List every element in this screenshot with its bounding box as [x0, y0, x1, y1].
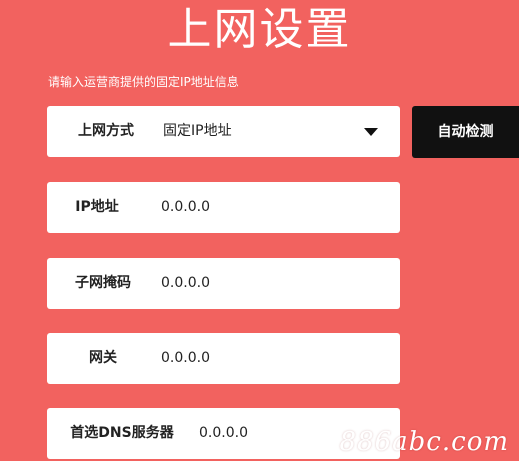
connection-type-value: 固定IP地址	[163, 123, 232, 139]
subnet-mask-field[interactable]: 子网掩码 0.0.0.0	[47, 258, 400, 309]
subnet-mask-input[interactable]: 0.0.0.0	[161, 258, 210, 309]
connection-type-label: 上网方式	[78, 123, 134, 139]
auto-detect-button[interactable]: 自动检测	[412, 106, 519, 158]
ip-address-field[interactable]: IP地址 0.0.0.0	[47, 182, 400, 233]
primary-dns-input[interactable]: 0.0.0.0	[199, 408, 248, 459]
page-title: 上网设置	[167, 4, 352, 55]
caret-down-icon[interactable]	[364, 128, 378, 136]
ip-address-label: IP地址	[75, 199, 119, 215]
gateway-field[interactable]: 网关 0.0.0.0	[47, 333, 400, 384]
gateway-input[interactable]: 0.0.0.0	[161, 333, 210, 384]
gateway-label: 网关	[89, 350, 117, 366]
connection-type-select[interactable]: 上网方式 固定IP地址	[47, 106, 400, 157]
primary-dns-label: 首选DNS服务器	[70, 425, 174, 441]
page-subtitle: 请输入运营商提供的固定IP地址信息	[48, 75, 239, 89]
subnet-mask-label: 子网掩码	[75, 275, 131, 291]
ip-address-input[interactable]: 0.0.0.0	[161, 182, 210, 233]
site-watermark: 886abc.com	[339, 427, 509, 457]
